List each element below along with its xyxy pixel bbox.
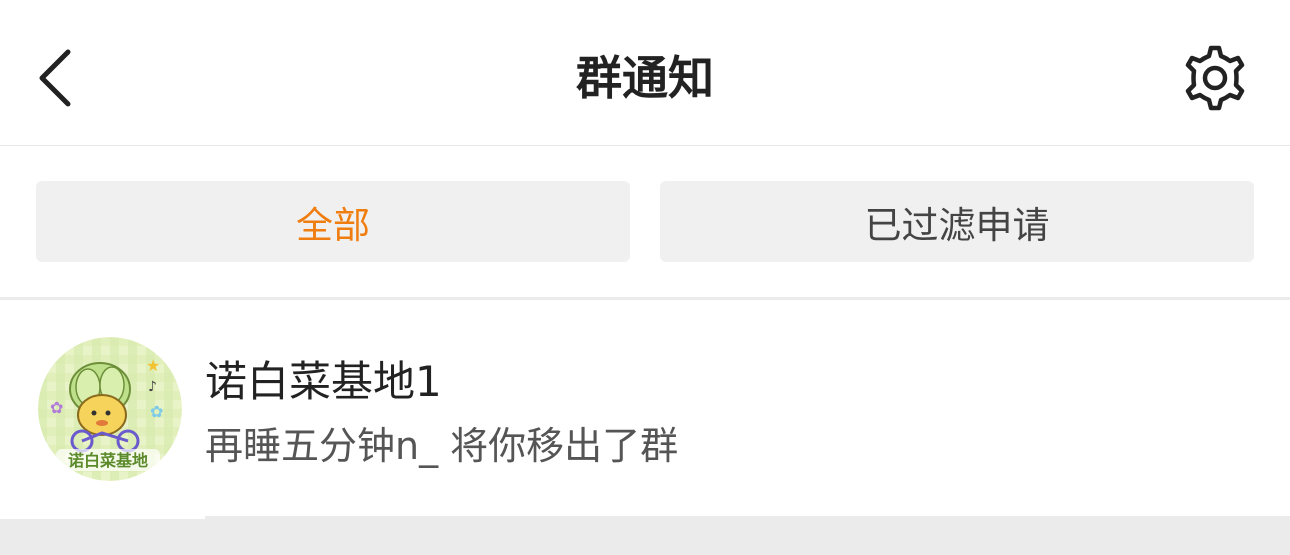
list-bottom-background xyxy=(0,516,1290,555)
group-name: 诺白菜基地1 xyxy=(205,357,442,406)
svg-text:✿: ✿ xyxy=(50,398,63,417)
group-avatar: ★ ♪ ✿ ✿ 诺白菜基地 xyxy=(38,337,182,481)
page-title: 群通知 xyxy=(576,51,714,105)
avatar-caption: 诺白菜基地 xyxy=(68,451,148,470)
notification-item[interactable]: ★ ♪ ✿ ✿ 诺白菜基地 诺白菜基地1 再睡五分钟n_ 将你移出了群 xyxy=(0,300,1290,516)
gear-icon xyxy=(1185,45,1245,111)
group-notifications-page: 群通知 全部 已过滤申请 ★ ♪ ✿ ✿ 诺白菜基地 诺白菜基地1 再睡五分钟n… xyxy=(0,0,1290,555)
tab-all[interactable]: 全部 xyxy=(36,181,630,262)
tab-all-label: 全部 xyxy=(296,203,370,247)
top-navigation-bar: 群通知 xyxy=(0,0,1290,146)
settings-button[interactable] xyxy=(1170,36,1260,120)
tab-filtered-requests[interactable]: 已过滤申请 xyxy=(660,181,1254,262)
notification-message: 再睡五分钟n_ 将你移出了群 xyxy=(205,424,679,468)
item-separator-inset xyxy=(0,516,205,519)
svg-text:✿: ✿ xyxy=(150,402,163,421)
svg-text:★: ★ xyxy=(146,356,160,375)
filter-tabs: 全部 已过滤申请 xyxy=(0,146,1290,298)
svg-text:♪: ♪ xyxy=(148,379,157,395)
tab-filtered-label: 已过滤申请 xyxy=(864,203,1050,247)
